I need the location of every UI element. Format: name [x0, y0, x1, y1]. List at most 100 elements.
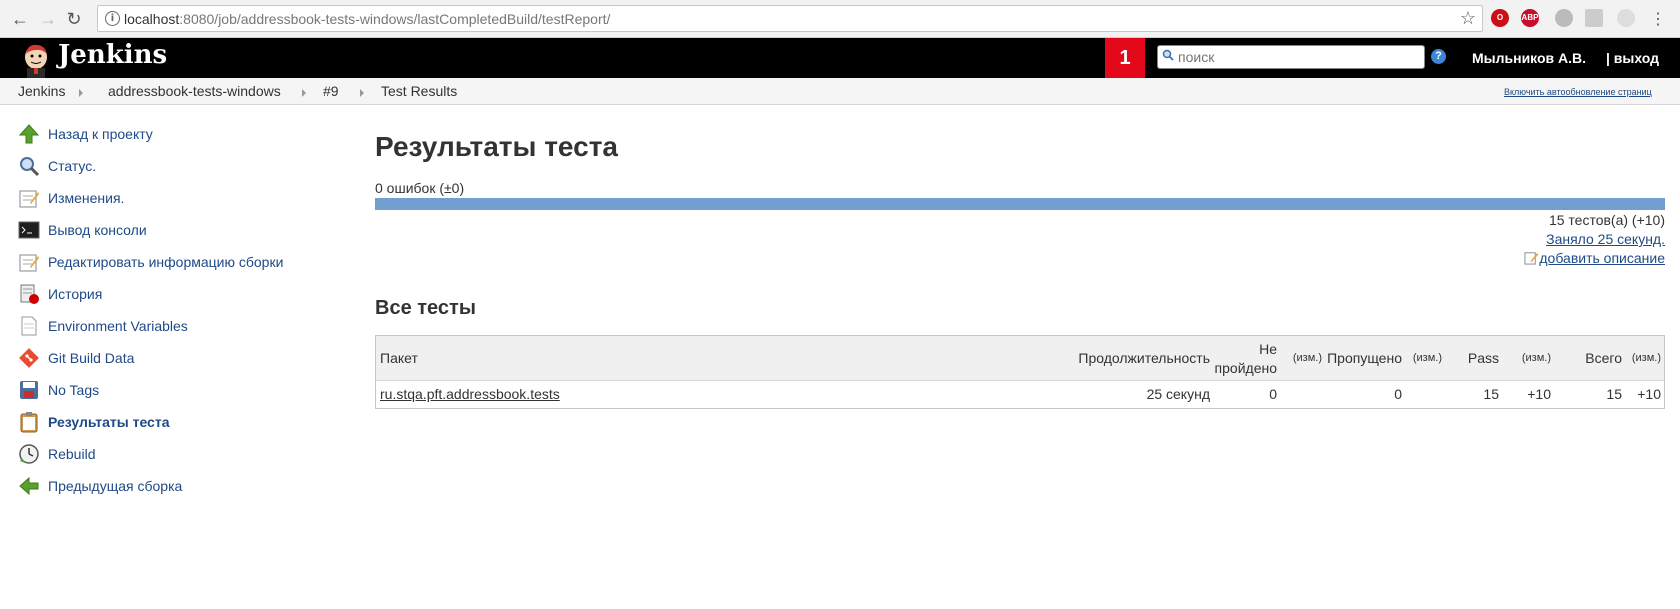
sidebar-item-back-to-project[interactable]: Назад к проекту	[18, 122, 153, 146]
sidebar-item-label: Вывод консоли	[48, 222, 147, 238]
notification-badge[interactable]: 1	[1105, 38, 1145, 78]
jenkins-header	[0, 38, 1680, 78]
save-icon	[20, 381, 38, 399]
breadcrumb-job[interactable]: addressbook-tests-windows	[108, 83, 281, 99]
package-link[interactable]: ru.stqa.pft.addressbook.tests	[380, 386, 560, 402]
back-arrow-icon	[19, 476, 39, 496]
breadcrumb-separator[interactable]	[79, 89, 83, 97]
column-header-failed-diff[interactable]: (изм.)	[1293, 352, 1322, 364]
clock-icon	[19, 444, 39, 464]
reload-icon[interactable]: ↻	[62, 7, 86, 31]
page-title: Результаты теста	[375, 131, 618, 162]
section-title: Все тесты	[375, 297, 476, 319]
search-input[interactable]	[1178, 48, 1418, 66]
column-header-pass-diff[interactable]: (изм.)	[1522, 352, 1551, 364]
jenkins-logo-icon[interactable]	[18, 42, 54, 78]
sidebar-item-history[interactable]: История	[18, 282, 102, 306]
cell-total-diff: +10	[1637, 386, 1661, 402]
globe-extension-icon[interactable]	[1555, 9, 1573, 27]
table-header-row: Пакет Продолжительность Не пройдено (изм…	[376, 336, 1664, 381]
sidebar-item-label: Предыдущая сборка	[48, 478, 183, 494]
sidebar-item-test-results[interactable]: Результаты теста	[18, 410, 170, 434]
notepad-edit-icon	[1524, 252, 1539, 265]
address-bar[interactable]: i localhost:8080/job/addressbook-tests-w…	[97, 5, 1483, 32]
sidebar-item-changes[interactable]: Изменения.	[18, 186, 124, 210]
test-results-table: Пакет Продолжительность Не пройдено (изм…	[375, 335, 1665, 409]
cell-pass: 15	[1483, 386, 1499, 402]
git-icon	[19, 348, 39, 368]
terminal-icon	[18, 221, 40, 239]
sidebar-item-label: Environment Variables	[48, 318, 188, 334]
breadcrumb-separator[interactable]	[360, 89, 364, 97]
failure-count: 0 ошибок (±0)	[375, 180, 465, 196]
sidebar-item-previous-build[interactable]: Предыдущая сборка	[18, 474, 182, 498]
enable-autorefresh-link[interactable]: Включить автообновление страниц	[1504, 87, 1652, 97]
sidebar-item-git-build-data[interactable]: Git Build Data	[18, 346, 134, 370]
sidebar-item-label: Изменения.	[48, 190, 125, 206]
column-header-total[interactable]: Всего	[1585, 350, 1622, 366]
sidebar-item-edit-build-info[interactable]: Редактировать информацию сборки	[18, 250, 283, 274]
sidebar-item-label: Результаты теста	[48, 414, 170, 430]
smiley-extension-icon[interactable]	[1617, 9, 1635, 27]
sidebar-item-label: Редактировать информацию сборки	[48, 254, 284, 270]
column-header-skipped-diff[interactable]: (изм.)	[1413, 352, 1442, 364]
add-description-link[interactable]: добавить описание	[1539, 250, 1665, 266]
sidebar-item-status[interactable]: Статус.	[18, 154, 96, 178]
bookmark-star-icon[interactable]: ☆	[1460, 8, 1476, 29]
cell-duration: 25 секунд	[1146, 386, 1210, 402]
sidebar-item-label: Git Build Data	[48, 350, 135, 366]
sidebar-item-rebuild[interactable]: Rebuild	[18, 442, 95, 466]
search-icon	[1162, 49, 1174, 61]
cell-skipped: 0	[1394, 386, 1402, 402]
jenkins-brand[interactable]: Jenkins	[58, 40, 167, 70]
url-text[interactable]: localhost:8080/job/addressbook-tests-win…	[124, 11, 610, 27]
url-host: localhost	[124, 11, 180, 27]
column-header-package[interactable]: Пакет	[380, 350, 418, 366]
breadcrumb-separator[interactable]	[302, 89, 306, 97]
up-arrow-icon	[18, 124, 40, 144]
column-header-skipped[interactable]: Пропущено	[1327, 350, 1402, 366]
breadcrumb-test-results[interactable]: Test Results	[381, 83, 457, 99]
document-icon	[21, 316, 37, 336]
url-path: :8080/job/addressbook-tests-windows/last…	[179, 11, 611, 27]
magnifier-icon	[20, 157, 40, 177]
column-header-total-diff[interactable]: (изм.)	[1632, 352, 1661, 364]
breadcrumb-jenkins[interactable]: Jenkins	[18, 83, 65, 99]
column-header-pass[interactable]: Pass	[1468, 350, 1499, 366]
back-icon[interactable]: ←	[8, 7, 32, 31]
sidebar-item-console-output[interactable]: Вывод консоли	[18, 218, 147, 242]
adblock-extension-icon[interactable]: ABP	[1521, 9, 1539, 27]
sidebar-item-label: No Tags	[48, 382, 100, 398]
sidebar-item-no-tags[interactable]: No Tags	[18, 378, 99, 402]
clipboard-icon	[20, 412, 38, 433]
cell-pass-diff: +10	[1527, 386, 1551, 402]
cell-total: 15	[1606, 386, 1622, 402]
tests-count: 15 тестов(а) (+10)	[1548, 212, 1665, 228]
opera-extension-icon[interactable]: O	[1491, 9, 1509, 27]
help-icon[interactable]: ?	[1431, 49, 1446, 64]
table-row: ru.stqa.pft.addressbook.tests 25 секунд …	[376, 381, 1664, 408]
column-header-failed-line1[interactable]: Не	[1259, 341, 1277, 357]
sidebar-item-label: Статус.	[48, 158, 97, 174]
history-icon	[20, 284, 39, 304]
menu-icon[interactable]: ⋮	[1646, 7, 1670, 31]
sidebar-item-label: История	[48, 286, 103, 302]
sidebar-item-environment-variables[interactable]: Environment Variables	[18, 314, 188, 338]
duration-link[interactable]: Заняло 25 секунд.	[1546, 231, 1665, 247]
breadcrumb-build[interactable]: #9	[323, 83, 339, 99]
forward-icon[interactable]: →	[36, 7, 60, 31]
logout-link[interactable]: | выход	[1606, 50, 1659, 66]
test-result-progress-bar	[375, 198, 1665, 210]
notepad-icon	[19, 190, 39, 208]
search-box[interactable]	[1157, 45, 1425, 69]
column-header-duration[interactable]: Продолжительность	[1078, 350, 1210, 366]
column-header-failed-line2[interactable]: пройдено	[1215, 360, 1277, 376]
notepad-edit-icon	[19, 254, 39, 272]
sidebar-item-label: Rebuild	[48, 446, 96, 462]
browser-toolbar: ← → ↻ i localhost:8080/job/addressbook-t…	[0, 0, 1680, 38]
user-name-link[interactable]: Мыльников А.В.	[1472, 50, 1586, 66]
sidebar-item-label: Назад к проекту	[48, 126, 153, 142]
fe-extension-icon[interactable]	[1585, 9, 1603, 27]
add-description-button[interactable]: добавить описание	[1524, 250, 1665, 266]
info-icon[interactable]: i	[105, 11, 120, 26]
